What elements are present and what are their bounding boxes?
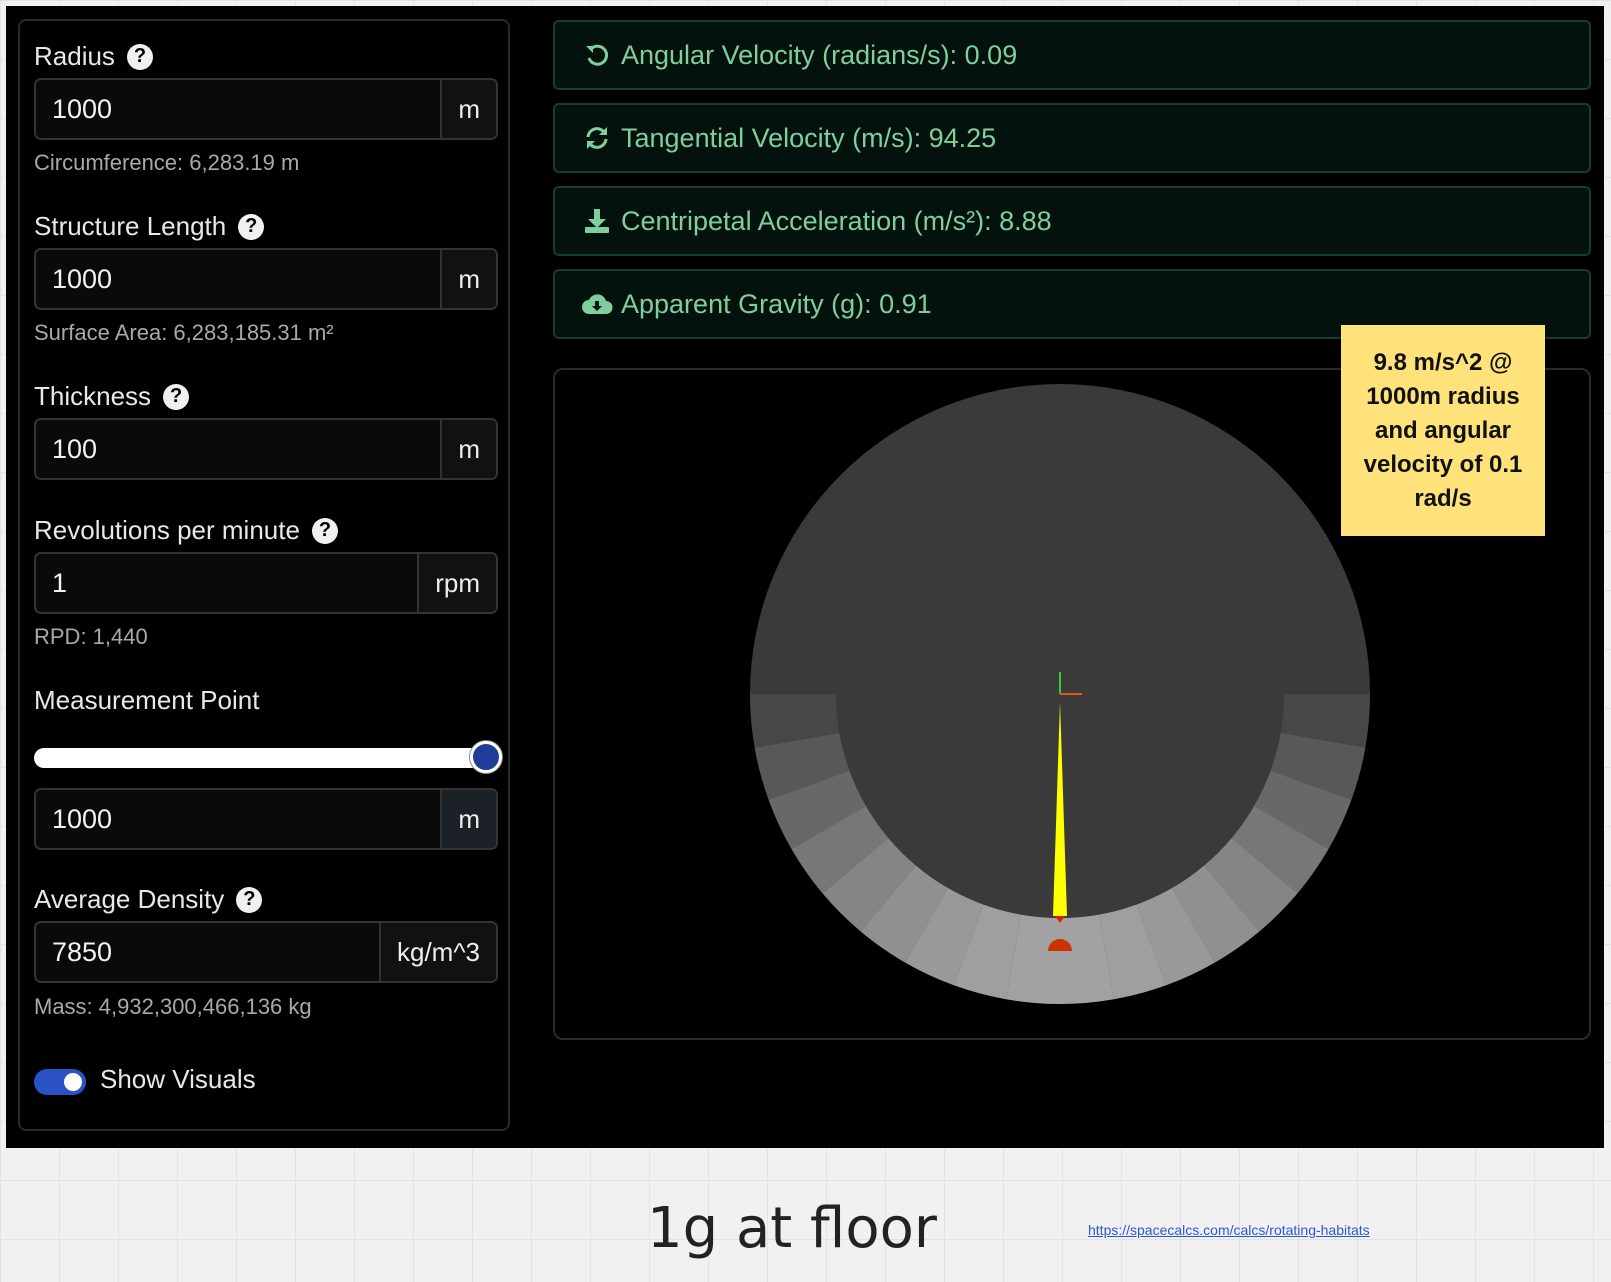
- thickness-label-text: Thickness: [34, 381, 152, 411]
- tangential-velocity-result: Tangential Velocity (m/s): 94.25: [553, 103, 1591, 173]
- calculator-app: Radius ? m Circumference: 6,283.19 m Str…: [6, 6, 1604, 1148]
- density-unit: kg/m^3: [378, 923, 496, 981]
- thickness-input[interactable]: [36, 420, 441, 478]
- show-visuals-label: Show Visuals: [100, 1064, 256, 1094]
- measurement-input[interactable]: [36, 790, 441, 848]
- surface-area-text: Surface Area: 6,283,185.31 m²: [34, 320, 334, 345]
- length-label: Structure Length ?: [34, 211, 265, 242]
- show-visuals-toggle[interactable]: [34, 1069, 86, 1095]
- download-icon: [581, 205, 613, 237]
- radius-unit: m: [440, 80, 496, 138]
- rpm-unit: rpm: [417, 554, 496, 612]
- centripetal-acceleration-result: Centripetal Acceleration (m/s²): 8.88: [553, 186, 1591, 256]
- toggle-knob: [64, 1073, 82, 1091]
- undo-arrow-icon: [581, 39, 613, 71]
- measurement-label: Measurement Point: [34, 685, 259, 716]
- thickness-help-icon[interactable]: ?: [163, 383, 190, 410]
- cloud-download-icon: [581, 288, 613, 320]
- tangential-velocity-text: Tangential Velocity (m/s): 94.25: [621, 122, 997, 153]
- measurement-input-group: m: [34, 788, 498, 850]
- length-label-text: Structure Length: [34, 211, 227, 241]
- length-unit: m: [440, 250, 496, 308]
- radius-label-text: Radius: [34, 41, 115, 71]
- centripetal-acceleration-text: Centripetal Acceleration (m/s²): 8.88: [621, 205, 1052, 236]
- thickness-label: Thickness ?: [34, 381, 190, 412]
- source-link[interactable]: https://spacecalcs.com/calcs/rotating-ha…: [1088, 1222, 1370, 1238]
- length-help-icon[interactable]: ?: [238, 213, 265, 240]
- density-label-text: Average Density: [34, 884, 225, 914]
- sync-arrows-icon: [581, 122, 613, 154]
- rpd-text: RPD: 1,440: [34, 624, 148, 649]
- density-input[interactable]: [36, 923, 379, 981]
- radius-help-icon[interactable]: ?: [126, 43, 153, 70]
- density-help-icon[interactable]: ?: [236, 886, 263, 913]
- thickness-unit: m: [440, 420, 496, 478]
- circumference-text: Circumference: 6,283.19 m: [34, 150, 300, 175]
- mass-text: Mass: 4,932,300,466,136 kg: [34, 994, 312, 1019]
- rpm-input-group: rpm: [34, 552, 498, 614]
- measurement-label-text: Measurement Point: [34, 685, 260, 715]
- density-input-group: kg/m^3: [34, 921, 498, 983]
- angular-velocity-text: Angular Velocity (radians/s): 0.09: [621, 39, 1018, 70]
- rpm-label: Revolutions per minute ?: [34, 515, 338, 546]
- rpm-input[interactable]: [36, 554, 418, 612]
- length-input[interactable]: [36, 250, 441, 308]
- length-input-group: m: [34, 248, 498, 310]
- caption-text: 1g at floor: [647, 1196, 937, 1261]
- radius-input[interactable]: [36, 80, 441, 138]
- input-panel: Radius ? m Circumference: 6,283.19 m Str…: [18, 19, 510, 1131]
- measurement-slider-thumb[interactable]: [470, 741, 502, 773]
- radius-input-group: m: [34, 78, 498, 140]
- density-label: Average Density ?: [34, 884, 263, 915]
- measurement-unit: m: [440, 790, 496, 848]
- thickness-input-group: m: [34, 418, 498, 480]
- apparent-gravity-text: Apparent Gravity (g): 0.91: [621, 288, 932, 319]
- sticky-note: 9.8 m/s^2 @ 1000m radius and angular vel…: [1341, 325, 1545, 536]
- angular-velocity-result: Angular Velocity (radians/s): 0.09: [553, 20, 1591, 90]
- rpm-help-icon[interactable]: ?: [311, 517, 338, 544]
- radius-label: Radius ?: [34, 41, 153, 72]
- measurement-slider-track[interactable]: [34, 748, 486, 768]
- rpm-label-text: Revolutions per minute: [34, 515, 300, 545]
